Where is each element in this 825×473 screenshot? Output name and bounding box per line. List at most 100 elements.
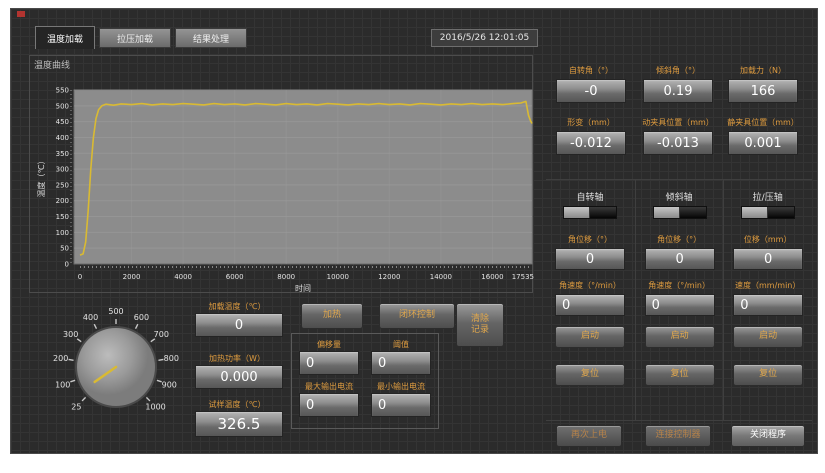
displacement-display: 0 (733, 248, 803, 270)
axis-title: 自转轴 (546, 190, 634, 203)
threshold-value: 0 (378, 356, 386, 371)
speed-value: 0 (652, 298, 660, 313)
heat-power-display: 0.000 (195, 365, 283, 389)
readout-value: -0.013 (657, 136, 699, 151)
knob-dial: 251002003004005006007008009001000 (41, 299, 201, 444)
svg-text:550: 550 (56, 87, 69, 95)
closed-loop-button-label: 闭环控制 (399, 310, 435, 321)
axis-enable-toggle[interactable] (563, 206, 617, 219)
reset-button[interactable]: 复位 (645, 364, 715, 386)
start-label: 启动 (759, 331, 777, 342)
svg-text:0: 0 (78, 273, 82, 281)
tab-result-processing[interactable]: 结果处理 (175, 28, 247, 48)
axis-enable-toggle[interactable] (741, 206, 795, 219)
svg-text:温度（℃）: 温度（℃） (36, 157, 46, 198)
readout-label: 倾斜角（°） (635, 65, 721, 76)
threshold-input[interactable]: 0 (371, 351, 431, 375)
svg-text:900: 900 (162, 380, 177, 389)
svg-text:2000: 2000 (123, 273, 141, 281)
tab-label: 温度加载 (47, 32, 83, 45)
temperature-knob[interactable]: 251002003004005006007008009001000 (41, 299, 201, 444)
start-button[interactable]: 启动 (645, 326, 715, 348)
displacement-display: 0 (555, 248, 625, 270)
offset-value: 0 (306, 356, 314, 371)
min-current-value: 0 (378, 398, 386, 413)
readout-label: 自转角（°） (548, 65, 634, 76)
heat-power-value: 0.000 (220, 370, 257, 385)
svg-text:16000: 16000 (481, 273, 503, 281)
reset-button[interactable]: 复位 (555, 364, 625, 386)
threshold-label: 阈值 (371, 339, 431, 350)
readout-label: 加载力（N） (720, 65, 806, 76)
readout-load-force: 加载力（N） 166 (720, 65, 806, 103)
temperature-chart: 0501001502002503003504004505005500200040… (29, 55, 533, 293)
connect-controller-button[interactable]: 连接控制器 (645, 425, 711, 447)
max-current-label: 最大输出电流 (295, 381, 363, 392)
power-on-again-label: 再次上电 (571, 430, 607, 441)
axes-section: 自转轴 角位移（°） 0 角速度（°/min） 0 启动 复位倾斜轴 角位移（°… (546, 179, 812, 421)
connect-controller-label: 连接控制器 (655, 430, 700, 441)
tab-label: 结果处理 (193, 32, 229, 45)
speed-input[interactable]: 0 (733, 294, 803, 316)
offset-label: 偏移量 (299, 339, 359, 350)
clear-record-line1: 清除 (471, 314, 489, 325)
svg-text:100: 100 (56, 229, 69, 237)
displacement-value: 0 (675, 252, 683, 267)
start-button[interactable]: 启动 (733, 326, 803, 348)
load-temp-value: 0 (235, 318, 243, 333)
speed-label: 角速度（°/min） (636, 280, 723, 291)
max-current-input[interactable]: 0 (299, 393, 359, 417)
readout-static-clamp-position: 静夹具位置（mm） 0.001 (720, 117, 806, 155)
reset-button[interactable]: 复位 (733, 364, 803, 386)
svg-text:8000: 8000 (277, 273, 295, 281)
axis-column-0: 自转轴 角位移（°） 0 角速度（°/min） 0 启动 复位 (546, 180, 634, 420)
start-label: 启动 (671, 331, 689, 342)
power-on-again-button[interactable]: 再次上电 (556, 425, 622, 447)
speed-value: 0 (562, 298, 570, 313)
chart-title: 温度曲线 (34, 58, 70, 71)
min-current-input[interactable]: 0 (371, 393, 431, 417)
svg-text:500: 500 (108, 307, 123, 316)
svg-text:200: 200 (53, 354, 68, 363)
svg-text:1000: 1000 (145, 403, 165, 412)
displacement-label: 角位移（°） (546, 234, 634, 245)
clear-record-button[interactable]: 清除 记录 (456, 303, 504, 347)
speed-value: 0 (740, 298, 748, 313)
close-program-label: 关闭程序 (750, 430, 786, 441)
sample-temp-value: 326.5 (218, 415, 261, 433)
svg-text:25: 25 (71, 403, 81, 412)
displacement-value: 0 (764, 252, 772, 267)
closed-loop-button[interactable]: 闭环控制 (379, 303, 455, 329)
clear-record-line2: 记录 (471, 325, 489, 336)
close-program-button[interactable]: 关闭程序 (731, 425, 805, 447)
heat-button[interactable]: 加热 (301, 303, 363, 329)
svg-text:600: 600 (134, 313, 149, 322)
svg-text:14000: 14000 (430, 273, 452, 281)
displacement-display: 0 (645, 248, 715, 270)
svg-text:150: 150 (56, 213, 69, 221)
load-temp-input[interactable]: 0 (195, 313, 283, 337)
svg-text:400: 400 (83, 313, 98, 322)
start-button[interactable]: 启动 (555, 326, 625, 348)
readout-moving-clamp-position: 动夹具位置（mm） -0.013 (635, 117, 721, 155)
readout-value-box: -0.013 (643, 131, 713, 155)
tab-tension-compression[interactable]: 拉压加载 (99, 28, 171, 48)
toggle-knob (654, 207, 680, 218)
svg-text:100: 100 (55, 380, 70, 389)
axis-column-1: 倾斜轴 角位移（°） 0 角速度（°/min） 0 启动 复位 (635, 180, 723, 420)
speed-input[interactable]: 0 (645, 294, 715, 316)
svg-text:200: 200 (56, 197, 69, 205)
speed-input[interactable]: 0 (555, 294, 625, 316)
toggle-knob (742, 207, 768, 218)
offset-input[interactable]: 0 (299, 351, 359, 375)
svg-text:500: 500 (56, 102, 69, 110)
tab-temperature-loading[interactable]: 温度加载 (35, 26, 95, 49)
svg-text:350: 350 (56, 150, 69, 158)
axis-column-2: 拉/压轴 位移（mm） 0 速度（mm/min） 0 启动 复位 (723, 180, 811, 420)
axis-enable-toggle[interactable] (653, 206, 707, 219)
readout-label: 动夹具位置（mm） (635, 117, 721, 128)
readout-rotation-angle: 自转角（°） -0 (548, 65, 634, 103)
svg-text:50: 50 (60, 245, 69, 253)
svg-text:800: 800 (164, 354, 179, 363)
heat-power-label: 加热功率（W） (191, 353, 283, 364)
